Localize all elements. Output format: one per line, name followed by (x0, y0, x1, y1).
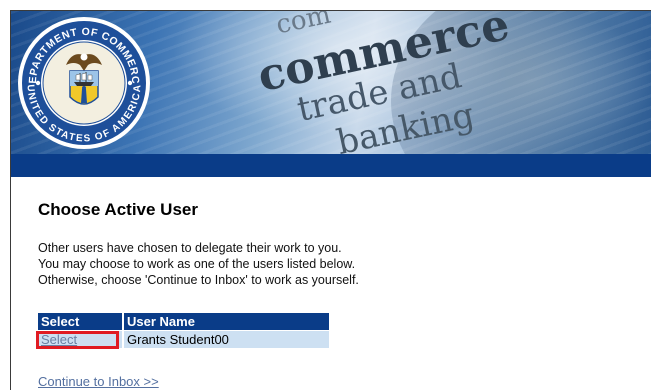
seal-icon: DEPARTMENT OF COMMERCE UNITED STATES OF … (11, 11, 150, 149)
select-highlight-box (36, 331, 119, 349)
user-name-cell: Grants Student00 (123, 330, 329, 348)
instructions-line: Otherwise, choose 'Continue to Inbox' to… (38, 273, 359, 287)
page-title: Choose Active User (38, 200, 198, 219)
page-frame: com commerce trade and banking DEPARTMEN… (10, 10, 651, 390)
table-header-row: Select User Name (38, 313, 329, 331)
continue-to-inbox-link[interactable]: Continue to Inbox >> (38, 374, 159, 389)
column-header-user-name: User Name (123, 313, 329, 331)
instructions-text: Other users have chosen to delegate thei… (38, 240, 538, 288)
header-banner: com commerce trade and banking DEPARTMEN… (11, 11, 651, 154)
instructions-line: Other users have chosen to delegate thei… (38, 241, 342, 255)
department-seal-logo: DEPARTMENT OF COMMERCE UNITED STATES OF … (11, 11, 154, 153)
header-nav-bar (11, 154, 651, 177)
column-header-select: Select (38, 313, 124, 331)
instructions-line: You may choose to work as one of the use… (38, 257, 356, 271)
